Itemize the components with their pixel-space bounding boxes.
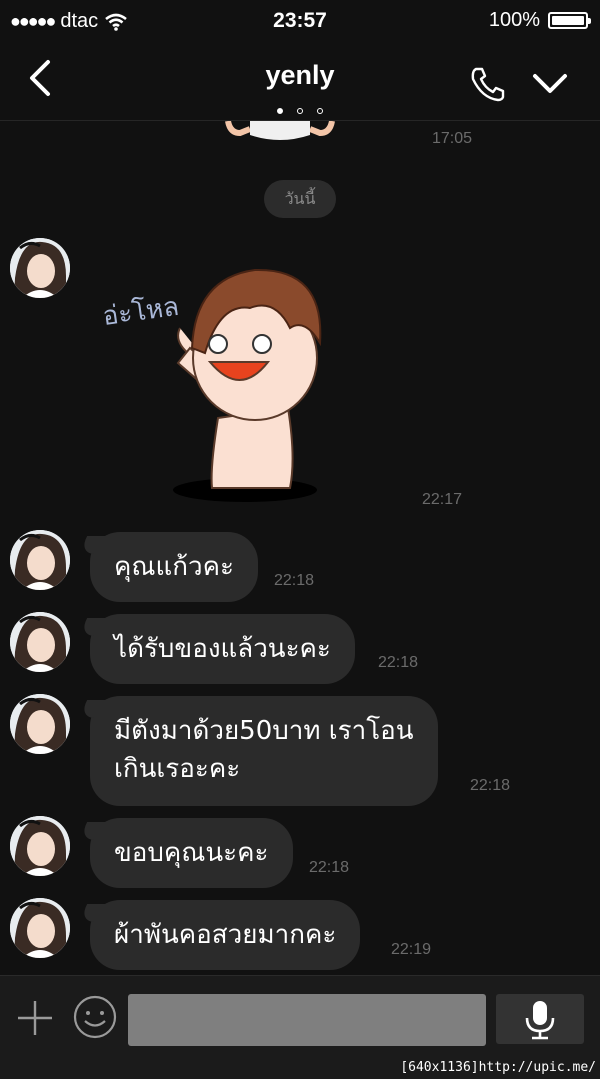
message-input[interactable] — [128, 994, 486, 1046]
message-text: ขอบคุณนะคะ — [114, 838, 269, 868]
message-bubble[interactable]: ขอบคุณนะคะ — [90, 818, 293, 888]
message-text: ได้รับของแล้วนะคะ — [114, 634, 331, 664]
page-indicator — [0, 99, 600, 118]
phone-icon[interactable] — [468, 64, 508, 104]
chat-header: yenly — [0, 44, 600, 121]
message-timestamp: 17:05 — [432, 130, 473, 147]
chevron-down-icon[interactable] — [530, 64, 570, 104]
contact-name[interactable]: yenly — [0, 60, 600, 91]
microphone-button[interactable] — [496, 994, 584, 1044]
message-timestamp: 22:18 — [470, 777, 511, 794]
status-bar: ●●●●● dtac 23:57 100% — [0, 0, 600, 44]
message-bubble[interactable]: ผ้าพันคอสวยมากคะ — [90, 900, 361, 970]
microphone-icon — [525, 1001, 555, 1040]
message-timestamp: 22:18 — [274, 572, 315, 589]
message-bubble[interactable]: มีตังมาด้วย50บาท เราโอน เกินเรอะคะ — [90, 696, 438, 806]
message-text-line-2: เกินเรอะคะ — [114, 754, 241, 784]
message-bubble[interactable]: ได้รับของแล้วนะคะ — [90, 614, 355, 684]
message-text-line-1: มีตังมาด้วย50บาท เราโอน — [114, 716, 414, 746]
page-dot — [297, 108, 303, 114]
previous-sticker — [225, 121, 335, 140]
message-timestamp: 22:18 — [378, 654, 419, 671]
sticker-message[interactable]: อ่ะโหล — [100, 258, 330, 508]
message-text: ผ้าพันคอสวยมากคะ — [114, 920, 337, 950]
date-divider: วันนี้ — [264, 180, 336, 218]
sticker-caption: อ่ะโหล — [101, 291, 181, 332]
watermark: [640x1136]http://upic.me/ — [400, 1060, 596, 1075]
message-timestamp: 22:18 — [309, 859, 350, 876]
message-text: คุณแก้วคะ — [114, 552, 234, 582]
message-timestamp: 22:17 — [422, 491, 463, 508]
avatar[interactable] — [10, 530, 70, 590]
avatar[interactable] — [10, 694, 70, 754]
avatar[interactable] — [10, 238, 70, 298]
avatar[interactable] — [10, 612, 70, 672]
avatar[interactable] — [10, 816, 70, 876]
battery-icon — [548, 12, 591, 29]
message-bubble[interactable]: คุณแก้วคะ — [90, 532, 258, 602]
page-dot-active — [277, 108, 283, 114]
battery-percent: 100% — [488, 9, 540, 31]
smiley-icon[interactable] — [72, 994, 118, 1040]
chat-screen: ●●●●● dtac 23:57 100% yenly 17:05 วันนี้… — [0, 0, 600, 1079]
plus-icon[interactable] — [16, 999, 54, 1037]
message-timestamp: 22:19 — [391, 941, 432, 958]
avatar[interactable] — [10, 898, 70, 958]
page-dot — [317, 108, 323, 114]
